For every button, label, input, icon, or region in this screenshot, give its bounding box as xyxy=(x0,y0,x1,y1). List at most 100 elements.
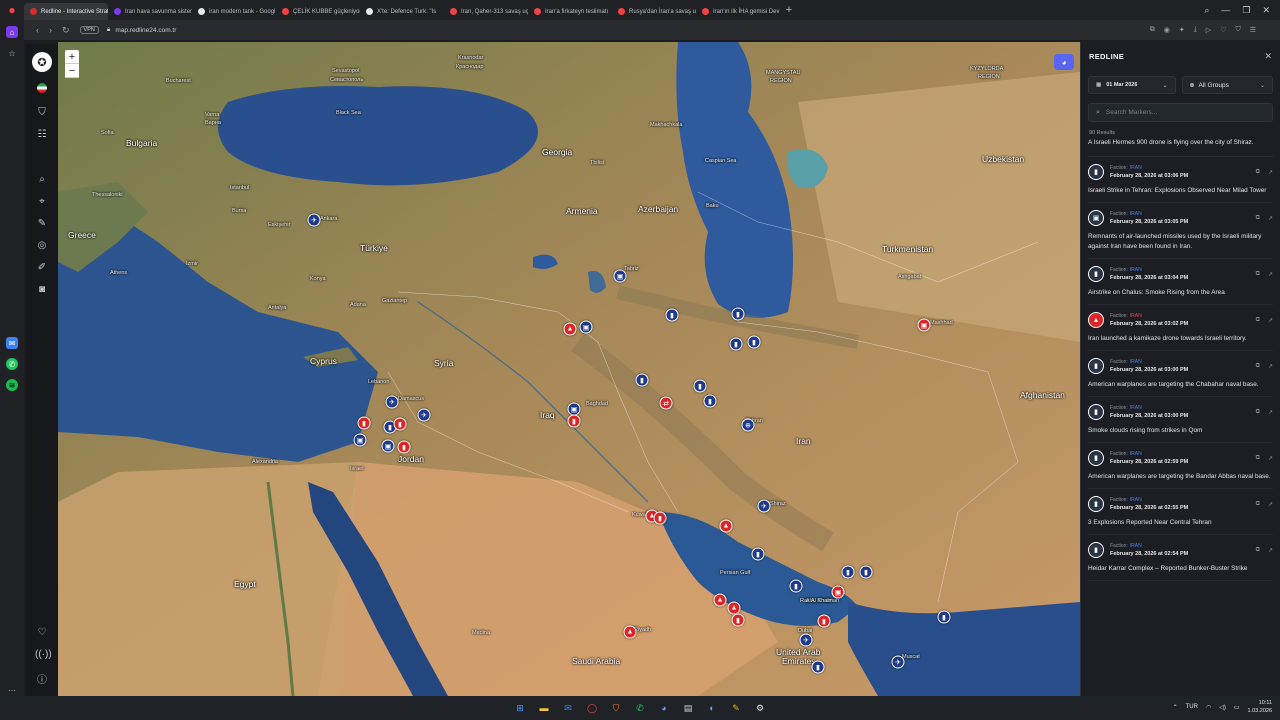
browser-tab[interactable]: Iran hava savunma sistem xyxy=(108,3,192,20)
shield-filter-icon[interactable]: ⛉ xyxy=(35,107,49,118)
battery-icon[interactable]: ▭ xyxy=(1234,704,1240,711)
external-link-icon[interactable]: ↗ xyxy=(1268,501,1273,508)
menu-icon[interactable]: ☰ xyxy=(1250,26,1256,34)
chevron-up-icon[interactable]: ⌃ xyxy=(1173,704,1178,711)
external-link-icon[interactable]: ↗ xyxy=(1268,215,1273,222)
new-tab-button[interactable]: + xyxy=(780,4,798,16)
app-icon[interactable]: ▤ xyxy=(682,702,694,714)
search-input[interactable] xyxy=(1105,109,1265,116)
brave-icon[interactable]: ⛉ xyxy=(610,702,622,714)
tool-icon[interactable]: ✎ xyxy=(730,702,742,714)
minimize-button[interactable]: — xyxy=(1221,5,1230,16)
app-logo[interactable]: ✪ xyxy=(32,52,52,72)
date-filter[interactable]: ▦ 01 Mar 2026 ⌄ xyxy=(1088,76,1176,94)
zoom-in-button[interactable]: + xyxy=(65,50,79,64)
clock[interactable]: 10:11 1.03.2026 xyxy=(1248,699,1272,715)
spotify-icon[interactable]: ≋ xyxy=(6,379,18,391)
event-item[interactable]: ▣ Faction: IRAN February 28, 2026 at 03:05 … xyxy=(1088,203,1273,259)
event-marker-icon[interactable]: ▮ xyxy=(729,337,743,351)
event-item[interactable]: ▮ Faction: IRAN February 28, 2026 at 03:04 … xyxy=(1088,259,1273,305)
browser-tab[interactable]: Rusya'dan İran'a savaş uç xyxy=(612,3,696,20)
close-icon[interactable]: ✕ xyxy=(1264,51,1272,62)
close-window-button[interactable]: ✕ xyxy=(1262,5,1270,16)
event-marker-icon[interactable]: ▣ xyxy=(613,269,627,283)
back-icon[interactable]: ‹ xyxy=(36,25,39,36)
event-marker-icon[interactable]: ▮ xyxy=(859,565,873,579)
copy-icon[interactable]: ⧉ xyxy=(1256,455,1260,462)
copy-icon[interactable]: ⧉ xyxy=(1256,215,1260,222)
event-marker-icon[interactable]: ▮ xyxy=(747,335,761,349)
copy-icon[interactable]: ⧉ xyxy=(1256,271,1260,278)
broadcast-icon[interactable]: ((·)) xyxy=(35,649,52,660)
browser-tab[interactable]: X'te: Defence Turk: "Is xyxy=(360,3,444,20)
event-marker-icon[interactable]: ▮ xyxy=(357,416,371,430)
event-marker-icon[interactable]: ⇄ xyxy=(659,396,673,410)
external-link-icon[interactable]: ↗ xyxy=(1268,409,1273,416)
star-icon[interactable]: ☆ xyxy=(6,47,18,59)
snapshot-icon[interactable]: ⧉ xyxy=(1150,26,1155,34)
event-marker-icon[interactable]: ▮ xyxy=(937,610,951,624)
file-explorer-icon[interactable]: ▬ xyxy=(538,702,550,714)
whatsapp-icon[interactable]: ✆ xyxy=(634,702,646,714)
event-feed[interactable]: A Israeli Hermes 900 drone is flying ove… xyxy=(1081,138,1280,581)
ruler-icon[interactable]: ✎ xyxy=(35,218,49,229)
event-item[interactable]: ▮ Faction: IRAN February 28, 2026 at 02:54 … xyxy=(1088,535,1273,581)
event-marker-icon[interactable]: ▲ xyxy=(719,519,733,533)
event-marker-icon[interactable]: ✈ xyxy=(385,395,399,409)
copy-icon[interactable]: ⧉ xyxy=(1256,501,1260,508)
location-pin-icon[interactable]: ⌖ xyxy=(35,196,49,207)
event-item[interactable]: ▮ Faction: IRAN February 28, 2026 at 02:55 … xyxy=(1088,489,1273,535)
messenger-icon[interactable]: ✉ xyxy=(6,337,18,349)
browser-tab[interactable]: Iran, Qaher-313 savaş uç xyxy=(444,3,528,20)
language-indicator[interactable]: TUR xyxy=(1186,704,1198,710)
event-marker-icon[interactable]: ▮ xyxy=(811,660,825,674)
event-marker-icon[interactable]: ▮ xyxy=(703,394,717,408)
event-marker-icon[interactable]: ▲ xyxy=(623,625,637,639)
event-marker-icon[interactable]: ▮ xyxy=(731,613,745,627)
wifi-icon[interactable]: ◠ xyxy=(1206,704,1211,711)
external-link-icon[interactable]: ↗ xyxy=(1268,547,1273,554)
reload-icon[interactable]: ↻ xyxy=(62,25,70,36)
browser-tab[interactable]: Redline - Interactive Strat xyxy=(24,3,108,20)
browser-tab[interactable]: Iran'ın ilk İHA gemisi Dev xyxy=(696,3,780,20)
info-icon[interactable]: ⓘ xyxy=(35,671,49,686)
event-marker-icon[interactable]: ▮ xyxy=(635,373,649,387)
external-link-icon[interactable]: ↗ xyxy=(1268,363,1273,370)
event-item[interactable]: ▮ Faction: IRAN February 28, 2026 at 03:00 … xyxy=(1088,351,1273,397)
event-marker-icon[interactable]: ▲ xyxy=(713,593,727,607)
start-icon[interactable]: ⊞ xyxy=(514,702,526,714)
play-icon[interactable]: ▷ xyxy=(1206,26,1211,34)
copy-icon[interactable]: ⧉ xyxy=(1256,409,1260,416)
event-marker-icon[interactable]: ▮ xyxy=(817,614,831,628)
event-item[interactable]: ▲ Faction: IRAN February 28, 2026 at 03:02 … xyxy=(1088,305,1273,351)
external-link-icon[interactable]: ↗ xyxy=(1268,169,1273,176)
url-field[interactable]: 🔒︎ map.redline24.com.tr xyxy=(107,26,177,34)
heart-icon[interactable]: ♡ xyxy=(1220,26,1226,34)
vpn-badge[interactable]: VPN xyxy=(79,26,99,34)
opera-icon[interactable]: ◯ xyxy=(586,702,598,714)
extension-icon[interactable]: ✦ xyxy=(1179,26,1185,34)
copy-icon[interactable]: ⧉ xyxy=(1256,317,1260,324)
external-link-icon[interactable]: ↗ xyxy=(1268,317,1273,324)
copy-icon[interactable]: ⧉ xyxy=(1256,169,1260,176)
event-marker-icon[interactable]: ▣ xyxy=(353,433,367,447)
search-tabs-icon[interactable]: ⌕ xyxy=(1204,5,1209,16)
group-filter[interactable]: All Groups ⌄ xyxy=(1181,76,1273,94)
volume-icon[interactable]: ◁) xyxy=(1219,704,1226,711)
event-item[interactable]: ▮ Faction: IRAN February 28, 2026 at 02:59 … xyxy=(1088,443,1273,489)
draw-icon[interactable]: ✐ xyxy=(35,262,49,273)
event-marker-icon[interactable]: ▣ xyxy=(831,585,845,599)
target-icon[interactable]: ◎ xyxy=(35,240,49,251)
event-marker-icon[interactable]: ▮ xyxy=(665,308,679,322)
event-marker-icon[interactable]: ▲ xyxy=(563,322,577,336)
event-marker-icon[interactable]: ▮ xyxy=(693,379,707,393)
edge-icon[interactable]: ◐ xyxy=(706,702,718,714)
event-marker-icon[interactable]: ⊕ xyxy=(741,418,755,432)
event-marker-icon[interactable]: ▣ xyxy=(381,439,395,453)
event-marker-icon[interactable]: ▮ xyxy=(567,414,581,428)
event-marker-icon[interactable]: ▣ xyxy=(579,320,593,334)
event-marker-icon[interactable]: ▣ xyxy=(917,318,931,332)
camera-icon[interactable]: ◙ xyxy=(35,284,49,295)
browser-tab[interactable]: ÇELİK KUBBE güçleniyor! xyxy=(276,3,360,20)
event-marker-icon[interactable]: ▮ xyxy=(731,307,745,321)
